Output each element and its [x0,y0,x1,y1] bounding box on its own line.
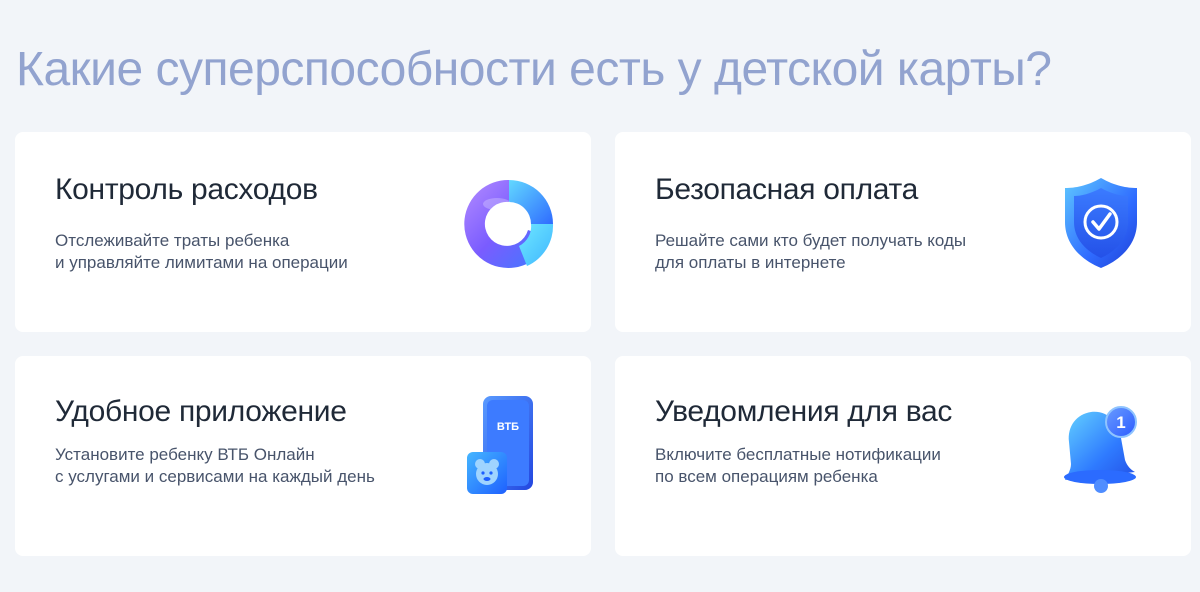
card-description-line: для оплаты в интернете [655,253,846,272]
bell-notification-icon: 1 [1064,406,1137,493]
card-description-line: с услугами и сервисами на каждый день [55,467,375,486]
card-title: Удобное приложение [55,395,347,428]
card-description: Установите ребенку ВТБ Онлайн с услугами… [55,444,375,488]
card-title: Безопасная оплата [655,173,919,206]
card-description: Отслеживайте траты ребенка и управляйте … [55,230,348,274]
page-heading: Какие суперспособности есть у детской ка… [16,43,1052,96]
card-description: Решайте сами кто будет получать коды для… [655,230,966,274]
shield-check-icon [1065,178,1137,268]
notification-badge-count: 1 [1116,413,1125,432]
card-description-line: по всем операциям ребенка [655,467,878,486]
card-title: Уведомления для вас [655,395,953,428]
phone-brand-label: ВТБ [497,421,519,433]
feature-card-spending-control: Контроль расходов Отслеживайте траты реб… [15,132,591,332]
phone-app-icon: ВТБ [467,396,533,494]
card-title: Контроль расходов [55,173,318,206]
card-description-line: Включите бесплатные нотификации [655,445,941,464]
donut-chart-icon [464,179,554,268]
feature-card-secure-payment: Безопасная оплата Решайте сами кто будет… [615,132,1191,332]
card-description-line: Отслеживайте траты ребенка [55,231,290,250]
card-description-line: и управляйте лимитами на операции [55,253,348,272]
card-description: Включите бесплатные нотификации по всем … [655,444,941,488]
feature-card-convenient-app: Удобное приложение Установите ребенку ВТ… [15,356,591,556]
feature-card-notifications: Уведомления для вас Включите бесплатные … [615,356,1191,556]
card-description-line: Установите ребенку ВТБ Онлайн [55,445,315,464]
card-description-line: Решайте сами кто будет получать коды [655,231,967,250]
